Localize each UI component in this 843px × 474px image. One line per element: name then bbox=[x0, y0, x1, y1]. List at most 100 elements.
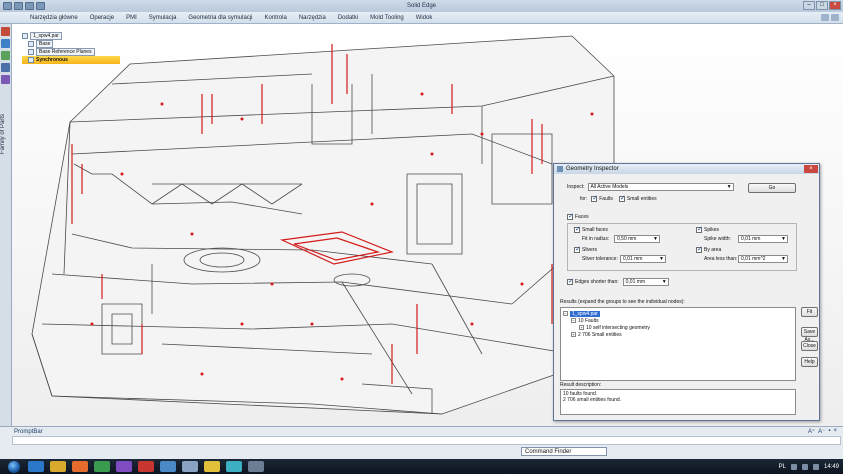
tab-features[interactable]: Operacje bbox=[84, 15, 120, 21]
help-button[interactable]: Help bbox=[801, 357, 818, 367]
expand-toggle-icon[interactable]: + bbox=[571, 332, 576, 337]
sliver-tolerance-label: Sliver tolerance: bbox=[582, 256, 618, 262]
results-root[interactable]: − 1_spw4.par bbox=[563, 310, 793, 317]
dialog-title-bar: Geometry Inspector × bbox=[554, 164, 819, 174]
app3-icon[interactable] bbox=[138, 461, 154, 472]
tree-item-synchronous[interactable]: Synchronous bbox=[22, 56, 120, 64]
tree-item-base[interactable]: Base bbox=[22, 40, 132, 48]
results-small-entities[interactable]: + 2 706 Small entities bbox=[563, 331, 793, 338]
pathfinder-icon[interactable] bbox=[1, 27, 10, 36]
help-icon[interactable] bbox=[821, 14, 829, 21]
tab-view[interactable]: Widok bbox=[410, 15, 439, 21]
pin-icon[interactable]: ▪ bbox=[828, 428, 830, 435]
spike-width-field[interactable]: 0,01 mm ▼ bbox=[738, 235, 788, 243]
collapse-toggle-icon[interactable]: − bbox=[571, 318, 576, 323]
area-less-than-field[interactable]: 0,01 mm^2 ▼ bbox=[738, 255, 788, 263]
edges-checkbox[interactable] bbox=[567, 277, 574, 285]
faces-checkbox[interactable] bbox=[567, 212, 574, 220]
tree-item-base-planes[interactable]: Base Reference Planes bbox=[22, 48, 132, 56]
inspect-label: Inspect: bbox=[567, 184, 585, 190]
font-decrease-icon[interactable]: A⁻ bbox=[818, 428, 825, 435]
fit-button[interactable]: Fit bbox=[801, 307, 818, 317]
family-of-parts-label[interactable]: Family of Parts bbox=[0, 114, 12, 154]
ie-icon[interactable] bbox=[28, 461, 44, 472]
font-increase-icon[interactable]: A⁺ bbox=[808, 428, 815, 435]
spikes-checkbox[interactable] bbox=[696, 225, 703, 233]
part-icon bbox=[22, 33, 28, 39]
collapse-toggle-icon[interactable]: − bbox=[563, 311, 568, 316]
tab-home[interactable]: Narzędzia główne bbox=[24, 15, 84, 21]
results-faults[interactable]: − 10 Faults bbox=[563, 317, 793, 324]
close-window-button[interactable]: × bbox=[829, 1, 841, 10]
spikes-label: Spikes bbox=[704, 227, 720, 233]
area-less-than-label: Area less than: bbox=[704, 256, 738, 262]
faces-label: Faces bbox=[575, 214, 589, 220]
solid-edge-icon[interactable] bbox=[204, 461, 220, 472]
tab-tools[interactable]: Narzędzia bbox=[293, 15, 332, 21]
small-faces-checkbox[interactable] bbox=[574, 225, 581, 233]
start-button-icon[interactable] bbox=[8, 460, 20, 473]
small-entities-checkbox[interactable] bbox=[618, 194, 626, 202]
ribbon-tabs: Narzędzia główne Operacje PMI Symulacja … bbox=[0, 12, 843, 24]
sensors-icon[interactable] bbox=[1, 63, 10, 72]
for-label: for: bbox=[580, 196, 588, 202]
faults-label: Faults bbox=[599, 196, 613, 202]
app5-icon[interactable] bbox=[182, 461, 198, 472]
app6-icon[interactable] bbox=[226, 461, 242, 472]
fit-in-radius-field[interactable]: 0,50 mm ▼ bbox=[614, 235, 660, 243]
geometry-inspector-dialog: Geometry Inspector × Inspect: All Active… bbox=[553, 163, 820, 421]
language-indicator[interactable]: PL bbox=[779, 464, 786, 470]
prompt-text-area bbox=[12, 436, 841, 445]
tab-simulation-geometry[interactable]: Geometria dla symulacji bbox=[182, 15, 258, 21]
maximize-button[interactable]: □ bbox=[816, 1, 828, 10]
family-of-parts-icon[interactable] bbox=[1, 75, 10, 84]
inspect-select[interactable]: All Active Models ▼ bbox=[587, 183, 734, 191]
ribbon-minimize-icon[interactable] bbox=[831, 14, 839, 21]
save-as-button[interactable]: Save As... bbox=[801, 327, 818, 343]
sliver-tolerance-field[interactable]: 0,01 mm ▼ bbox=[620, 255, 666, 263]
system-tray: PL 14:49 bbox=[779, 459, 839, 474]
fit-in-radius-label: Fit in radius: bbox=[582, 236, 610, 242]
volume-icon[interactable] bbox=[801, 463, 808, 470]
app4-icon[interactable] bbox=[160, 461, 176, 472]
tab-mold-tooling[interactable]: Mold Tooling bbox=[364, 15, 410, 21]
by-area-label: By area bbox=[704, 247, 722, 253]
planes-icon bbox=[28, 49, 34, 55]
results-tree[interactable]: − 1_spw4.par − 10 Faults + 10 self inter… bbox=[560, 307, 796, 381]
tab-simulation[interactable]: Symulacja bbox=[143, 15, 183, 21]
window-title: Solid Edge bbox=[406, 3, 437, 9]
slivers-checkbox[interactable] bbox=[574, 245, 581, 253]
explorer-icon[interactable] bbox=[50, 461, 66, 472]
layers-icon[interactable] bbox=[1, 39, 10, 48]
base-icon bbox=[28, 41, 34, 47]
results-label: Results (expand the groups to see the in… bbox=[560, 299, 685, 305]
edges-shorter-label: Edges shorter than: bbox=[575, 279, 619, 285]
tab-inspect[interactable]: Kontrola bbox=[258, 15, 292, 21]
dialog-close-button[interactable]: × bbox=[804, 165, 818, 173]
app-icon[interactable] bbox=[94, 461, 110, 472]
small-entities-label: Small entities bbox=[626, 196, 657, 202]
promptbar-close-icon[interactable]: × bbox=[833, 428, 837, 435]
edges-shorter-field[interactable]: 0,01 mm ▼ bbox=[622, 278, 669, 286]
library-icon[interactable] bbox=[1, 51, 10, 60]
clock[interactable]: 14:49 bbox=[824, 464, 839, 470]
app2-icon[interactable] bbox=[116, 461, 132, 472]
network-icon[interactable] bbox=[790, 463, 797, 470]
tab-pmi[interactable]: PMI bbox=[120, 15, 143, 21]
faults-checkbox[interactable] bbox=[591, 194, 598, 202]
minimize-button[interactable]: – bbox=[803, 1, 815, 10]
go-button[interactable]: Go bbox=[748, 183, 796, 193]
app7-icon[interactable] bbox=[248, 461, 264, 472]
result-description-label: Result description: bbox=[560, 382, 602, 388]
command-finder-input[interactable]: Command Finder bbox=[521, 447, 607, 456]
tree-item-part[interactable]: 1_spw4.par bbox=[22, 32, 132, 40]
flag-icon[interactable] bbox=[812, 463, 819, 470]
media-icon[interactable] bbox=[72, 461, 88, 472]
tab-add-ins[interactable]: Dodatki bbox=[332, 15, 364, 21]
close-button[interactable]: Close bbox=[801, 341, 818, 351]
prompt-bar: PromptBar A⁺ A⁻ ▪ × Command Finder bbox=[0, 426, 843, 459]
expand-toggle-icon[interactable]: + bbox=[579, 325, 584, 330]
results-fault-child[interactable]: + 10 self intersecting geometry bbox=[563, 324, 793, 331]
title-bar: Solid Edge – □ × bbox=[0, 0, 843, 12]
by-area-checkbox[interactable] bbox=[696, 245, 703, 253]
